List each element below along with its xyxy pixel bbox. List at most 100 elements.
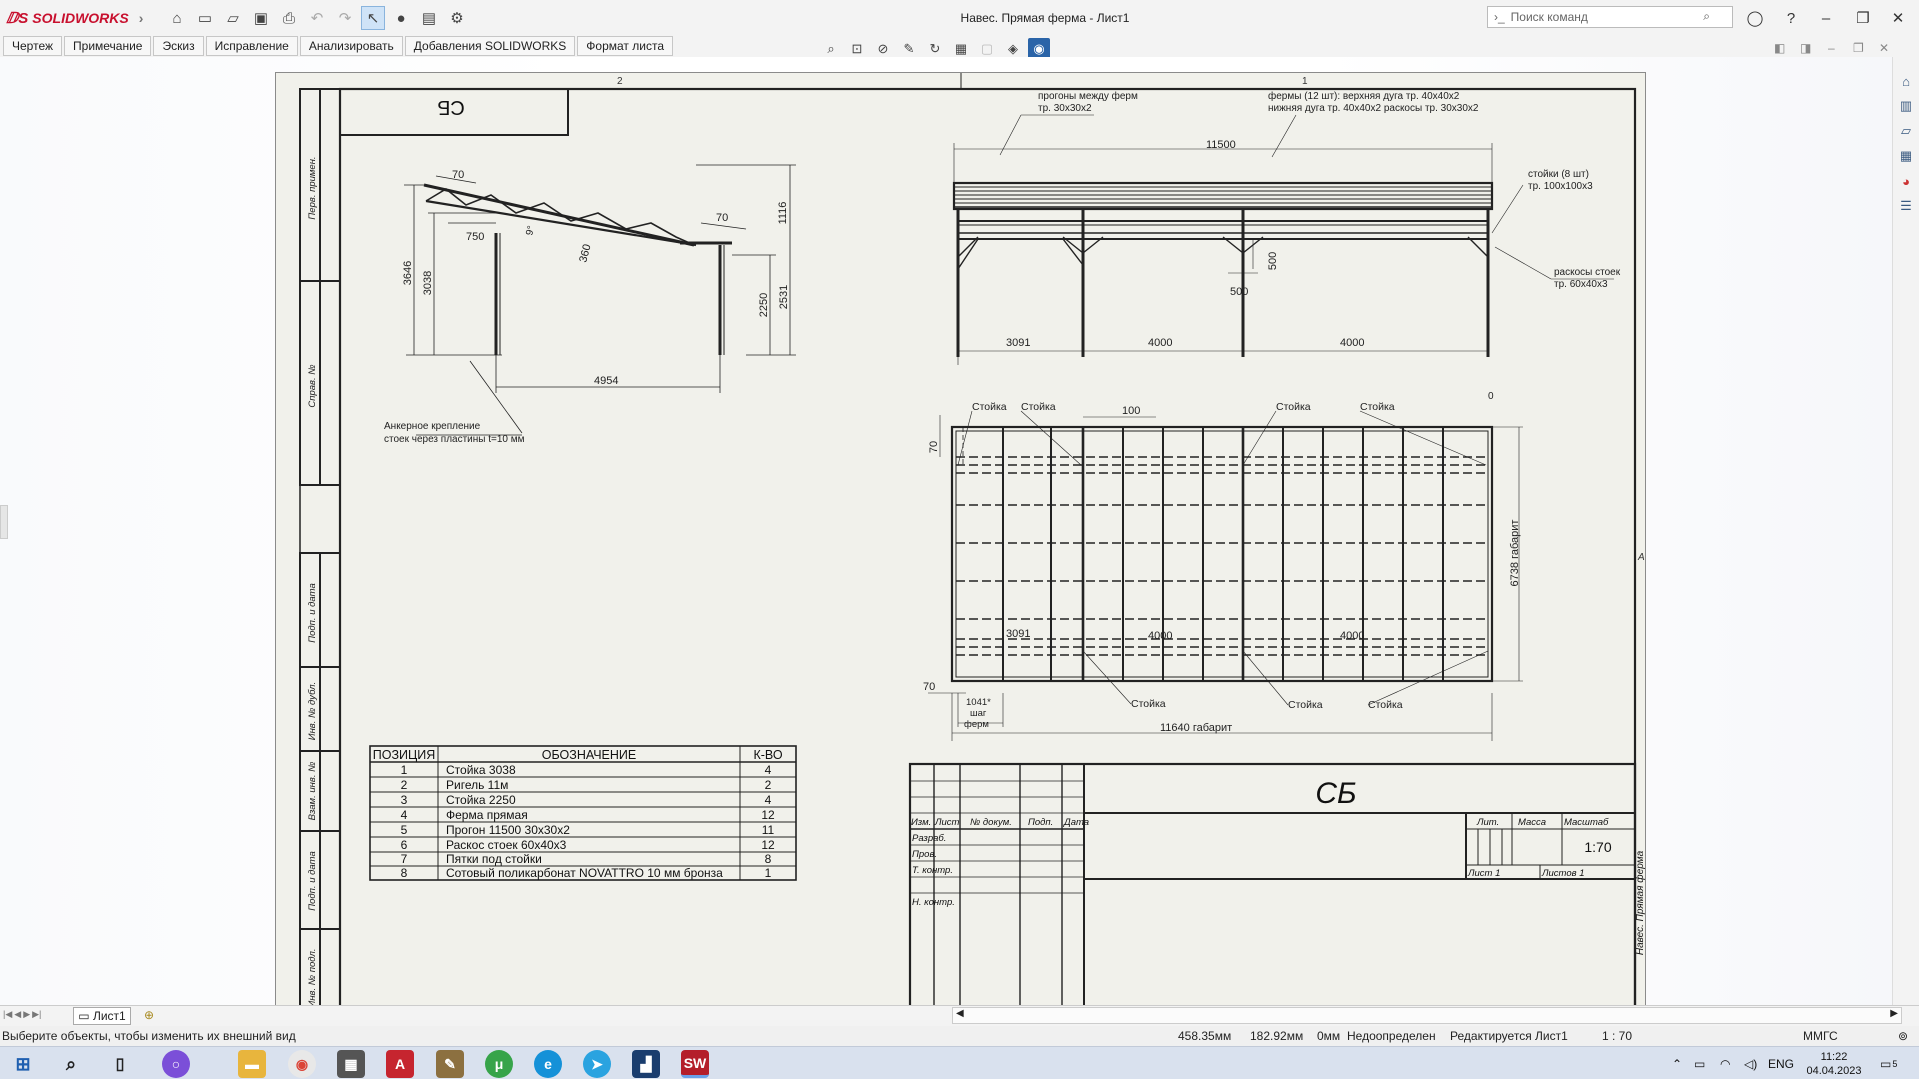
doc-minimize-icon[interactable]: – <box>1828 41 1835 55</box>
status-scale[interactable]: 1 : 70 <box>1602 1026 1632 1046</box>
windows-start-icon[interactable]: ⊞ <box>9 1050 37 1078</box>
callout-post: Стойка <box>1368 699 1403 711</box>
sheet-tab-bar: |◀ ◀ ▶ ▶| ▭ Лист1 ⊕ ◀ ▶ <box>0 1005 1919 1026</box>
command-search[interactable]: ›_ Поиск команд ⌕ <box>1487 6 1733 28</box>
volume-icon[interactable]: ◁) <box>1744 1047 1757 1079</box>
status-units[interactable]: ММГС <box>1803 1026 1838 1046</box>
tab-sketch[interactable]: Эскиз <box>153 36 204 56</box>
wifi-icon[interactable]: ◠ <box>1720 1047 1730 1079</box>
language-indicator[interactable]: ENG <box>1768 1047 1794 1079</box>
tab-markup[interactable]: Исправление <box>205 36 298 56</box>
side-label: Подп. и дата <box>307 583 318 642</box>
status-help-icon[interactable]: ⊚ <box>1898 1026 1908 1046</box>
bom-table <box>369 745 797 881</box>
tb-lit: Лит. <box>1476 817 1499 828</box>
file-explorer-icon[interactable]: ▱ <box>1895 121 1917 141</box>
user-account-icon[interactable]: ◯ <box>1742 6 1768 30</box>
dimension-label: 4000 <box>1340 337 1364 349</box>
anchor-note: стоек через пластины t=10 мм <box>384 434 525 445</box>
scroll-left-icon[interactable]: ◀ <box>956 1008 964 1019</box>
chrome-icon[interactable]: ◉ <box>288 1050 316 1078</box>
bom-position: 1 <box>401 763 408 777</box>
horizontal-scrollbar[interactable]: ◀ ▶ <box>952 1007 1902 1024</box>
bom-header: ОБОЗНАЧЕНИЕ <box>542 748 636 762</box>
note-trusses: фермы (12 шт): верхняя дуга тр. 40x40x2 <box>1268 90 1460 102</box>
tb-sheet: Лист 1 <box>1467 868 1500 879</box>
note-purlins: тр. 30x30x2 <box>1038 103 1092 114</box>
search-icon[interactable]: ⌕ <box>1703 9 1710 24</box>
tab-drawing[interactable]: Чертеж <box>3 36 63 56</box>
appearances-icon[interactable]: ◕ <box>1895 171 1917 191</box>
tb-sheets: Листов 1 <box>1541 868 1585 879</box>
tray-app-icon[interactable]: ▭ <box>1694 1047 1705 1079</box>
zone-label: 2 <box>617 76 623 87</box>
title-block <box>908 762 1637 1011</box>
tab-evaluate[interactable]: Анализировать <box>299 36 403 56</box>
bom-quantity: 1 <box>765 866 772 880</box>
tray-expand-icon[interactable]: ⌃ <box>1672 1047 1682 1079</box>
telegram-icon[interactable]: ➤ <box>583 1050 611 1078</box>
bom-header: ПОЗИЦИЯ <box>373 748 436 762</box>
pitch-note: 1041* <box>966 697 991 708</box>
store-icon[interactable]: ▦ <box>337 1050 365 1078</box>
anchor-note: Анкерное крепление <box>384 421 481 432</box>
last-sheet-icon[interactable]: ▶| <box>32 1009 41 1020</box>
clock[interactable]: 11:22 04.04.2023 <box>1804 1050 1864 1078</box>
torrent-icon[interactable]: μ <box>485 1050 513 1078</box>
bom-designation: Ферма прямая <box>446 808 528 822</box>
prev-sheet-icon[interactable]: ◀ <box>14 1009 21 1020</box>
app-icon[interactable]: ✎ <box>436 1050 464 1078</box>
notifications-icon[interactable]: ▭ 5 <box>1880 1047 1897 1079</box>
panel-collapse-handle[interactable] <box>0 505 8 539</box>
dimension-label: 1116 <box>777 202 789 225</box>
restore-icon[interactable]: ❐ <box>1850 6 1876 30</box>
search-placeholder: Поиск команд <box>1510 10 1588 24</box>
view-palette-icon[interactable]: ▦ <box>1895 146 1917 166</box>
doc-restore-icon[interactable]: ❐ <box>1853 41 1864 55</box>
sheet-tab-1[interactable]: ▭ Лист1 <box>73 1007 131 1025</box>
task-view-icon[interactable]: ▯ <box>106 1050 134 1078</box>
autocad-icon[interactable]: A <box>386 1050 414 1078</box>
solidworks-taskbar-icon[interactable]: SW <box>681 1050 709 1078</box>
alice-assistant-icon[interactable]: ○ <box>162 1050 190 1078</box>
status-bar: Выберите объекты, чтобы изменить их внеш… <box>0 1026 1919 1046</box>
next-sheet-icon[interactable]: ▶ <box>23 1009 30 1020</box>
close-icon[interactable]: ✕ <box>1885 6 1911 30</box>
tab-addins[interactable]: Добавления SOLIDWORKS <box>404 36 576 56</box>
callout-post: Стойка <box>1360 401 1395 413</box>
front-view <box>952 114 1614 365</box>
search-icon[interactable]: ⌕ <box>57 1050 85 1078</box>
doc-tile-right-icon[interactable]: ◨ <box>1800 41 1811 55</box>
add-sheet-icon[interactable]: ⊕ <box>144 1008 154 1022</box>
tab-sheet-format[interactable]: Формат листа <box>577 36 673 56</box>
design-library-icon[interactable]: ▥ <box>1895 96 1917 116</box>
tab-annotation[interactable]: Примечание <box>64 36 152 56</box>
bom-designation: Пятки под стойки <box>446 852 542 866</box>
help-icon[interactable]: ? <box>1778 6 1804 30</box>
minimize-icon[interactable]: – <box>1813 6 1839 30</box>
designation: СБ <box>1315 777 1356 810</box>
sheet-nav: |◀ ◀ ▶ ▶| <box>3 1009 41 1020</box>
file-explorer-icon[interactable]: ▬ <box>238 1050 266 1078</box>
chart-app-icon[interactable]: ▟ <box>632 1050 660 1078</box>
edge-icon[interactable]: e <box>534 1050 562 1078</box>
bom-designation: Раскос стоек 60x40x3 <box>446 838 567 852</box>
task-pane: ⌂ ▥ ▱ ▦ ◕ ☰ <box>1892 57 1919 1005</box>
tb-col-head: Изм. <box>911 817 931 828</box>
zone-label: 1 <box>1302 76 1308 87</box>
custom-properties-icon[interactable]: ☰ <box>1895 196 1917 216</box>
first-sheet-icon[interactable]: |◀ <box>3 1009 12 1020</box>
note-posts: тр. 100x100x3 <box>1528 181 1593 192</box>
note-trusses: нижняя дуга тр. 40x40x2 раскосы тр. 30x3… <box>1268 103 1479 114</box>
tb-role: Разраб. <box>912 833 946 844</box>
doc-tile-left-icon[interactable]: ◧ <box>1774 41 1785 55</box>
dimension-label: 4954 <box>594 375 618 387</box>
scroll-right-icon[interactable]: ▶ <box>1890 1008 1898 1019</box>
solidworks-resources-icon[interactable]: ⌂ <box>1895 71 1917 91</box>
drawing-sheet[interactable]: 2 1 A СБ Перв. примен. Справ. № Подп. и … <box>275 72 1646 1015</box>
dimension-label: 3091 <box>1006 337 1030 349</box>
doc-close-icon[interactable]: ✕ <box>1879 41 1889 55</box>
bom-designation: Стойка 3038 <box>446 763 516 777</box>
bom-position: 8 <box>401 866 408 880</box>
bom-position: 3 <box>401 793 408 807</box>
